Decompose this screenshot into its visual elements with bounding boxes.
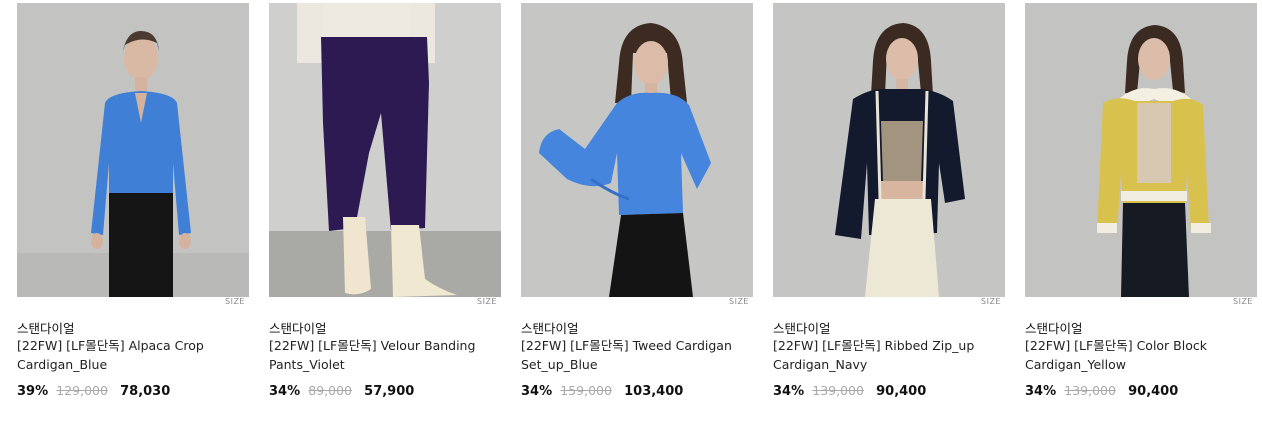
product-card[interactable]: SIZE 스탠다이얼 [22FW] [LF몰단독] Tweed Cardigan… — [521, 0, 753, 399]
discount-rate: 34% — [1025, 384, 1057, 399]
discount-rate: 34% — [773, 384, 805, 399]
price-row: 39% 129,000 78,030 — [17, 383, 170, 399]
product-brand[interactable]: 스탠다이얼 — [17, 318, 75, 337]
product-card[interactable]: SIZE 스탠다이얼 [22FW] [LF몰단독] Ribbed Zip_up … — [773, 0, 1005, 399]
product-name[interactable]: [22FW] [LF몰단독] Color Block Cardigan_Yell… — [1025, 336, 1253, 374]
product-card[interactable]: SIZE 스탠다이얼 [22FW] [LF몰단독] Velour Banding… — [269, 0, 501, 399]
sale-price: 57,900 — [364, 384, 415, 399]
discount-rate: 34% — [521, 384, 553, 399]
original-price: 139,000 — [1064, 383, 1116, 398]
size-label[interactable]: SIZE — [981, 297, 1001, 306]
price-row: 34% 159,000 103,400 — [521, 383, 683, 399]
discount-rate: 39% — [17, 384, 49, 399]
size-label[interactable]: SIZE — [1233, 297, 1253, 306]
product-name[interactable]: [22FW] [LF몰단독] Ribbed Zip_up Cardigan_Na… — [773, 336, 1001, 374]
sale-price: 103,400 — [624, 384, 684, 399]
sale-price: 78,030 — [120, 384, 171, 399]
original-price: 129,000 — [56, 383, 108, 398]
product-brand[interactable]: 스탠다이얼 — [269, 318, 327, 337]
price-row: 34% 89,000 57,900 — [269, 383, 414, 399]
product-image[interactable] — [773, 3, 1005, 297]
size-label[interactable]: SIZE — [477, 297, 497, 306]
product-card[interactable]: SIZE 스탠다이얼 [22FW] [LF몰단독] Alpaca Crop Ca… — [17, 0, 249, 399]
discount-rate: 34% — [269, 384, 301, 399]
product-brand[interactable]: 스탠다이얼 — [1025, 318, 1083, 337]
original-price: 89,000 — [308, 383, 353, 398]
product-image[interactable] — [1025, 3, 1257, 297]
product-image[interactable] — [17, 3, 249, 297]
product-name[interactable]: [22FW] [LF몰단독] Alpaca Crop Cardigan_Blue — [17, 336, 245, 374]
product-grid: SIZE 스탠다이얼 [22FW] [LF몰단독] Alpaca Crop Ca… — [0, 0, 1262, 437]
product-name[interactable]: [22FW] [LF몰단독] Velour Banding Pants_Viol… — [269, 336, 497, 374]
price-row: 34% 139,000 90,400 — [1025, 383, 1178, 399]
product-card[interactable]: SIZE 스탠다이얼 [22FW] [LF몰단독] Color Block Ca… — [1025, 0, 1257, 399]
product-brand[interactable]: 스탠다이얼 — [773, 318, 831, 337]
product-name[interactable]: [22FW] [LF몰단독] Tweed Cardigan Set_up_Blu… — [521, 336, 749, 374]
original-price: 139,000 — [812, 383, 864, 398]
original-price: 159,000 — [560, 383, 612, 398]
price-row: 34% 139,000 90,400 — [773, 383, 926, 399]
product-image[interactable] — [521, 3, 753, 297]
size-label[interactable]: SIZE — [729, 297, 749, 306]
product-image[interactable] — [269, 3, 501, 297]
sale-price: 90,400 — [1128, 384, 1179, 399]
sale-price: 90,400 — [876, 384, 927, 399]
product-brand[interactable]: 스탠다이얼 — [521, 318, 579, 337]
size-label[interactable]: SIZE — [225, 297, 245, 306]
